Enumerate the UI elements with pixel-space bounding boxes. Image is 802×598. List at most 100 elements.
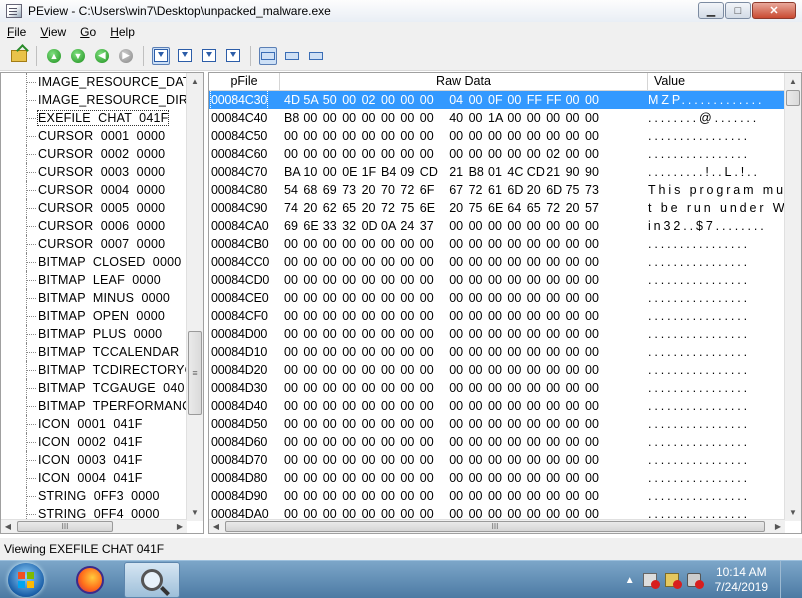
view-mode-1-button[interactable]: [259, 46, 277, 65]
hex-row[interactable]: 00084D50 00 00 00 00 00 00 00 00 00 00 00 00 00 00 00 00…: [209, 415, 785, 433]
tree-item[interactable]: BITMAP TPERFORMANCE: [1, 397, 187, 415]
tree-item[interactable]: CURSOR 0007 0000: [1, 235, 187, 253]
hex-row[interactable]: 00084D80 00 00 00 00 00 00 00 00 00 00 00 00 00 00 00 00…: [209, 469, 785, 487]
hex-row[interactable]: 00084D00 00 00 00 00 00 00 00 00 00 00 00 00 00 00 00 00…: [209, 325, 785, 343]
menu-help[interactable]: Help: [103, 25, 142, 39]
tree-item[interactable]: BITMAP TCGAUGE 040: [1, 379, 187, 397]
hex-row[interactable]: 00084D20 00 00 00 00 00 00 00 00 00 00 00 00 00 00 00 00…: [209, 361, 785, 379]
tree-scroll-thumb[interactable]: ≡: [188, 331, 202, 415]
tree-item[interactable]: CURSOR 0002 0000: [1, 145, 187, 163]
hex-row[interactable]: 00084C30 4D 5A 50 00 02 00 00 00 04 00 0F 00 FF FF 00 00…: [209, 91, 785, 110]
hex-byte: 00: [342, 255, 357, 269]
hex-row[interactable]: 00084D40 00 00 00 00 00 00 00 00 00 00 00 00 00 00 00 00…: [209, 397, 785, 415]
tree-horizontal-scrollbar[interactable]: ◀ III ▶: [1, 519, 187, 533]
view-mode-3-button[interactable]: [307, 47, 325, 65]
action-center-icon[interactable]: [642, 573, 660, 589]
hex-row[interactable]: 00084D70 00 00 00 00 00 00 00 00 00 00 00 00 00 00 00 00…: [209, 451, 785, 469]
scroll-right-arrow[interactable]: ▶: [173, 520, 187, 533]
view-mode-2-button[interactable]: [283, 47, 301, 65]
tree-vertical-scrollbar[interactable]: ▲ ≡ ▼: [186, 73, 203, 521]
start-button[interactable]: [8, 563, 44, 597]
hex-row[interactable]: 00084CD0 00 00 00 00 00 00 00 00 00 00 00 00 00 00 00 00…: [209, 271, 785, 289]
firefox-taskbar-button[interactable]: [62, 562, 118, 598]
pfile-column-header[interactable]: pFile: [209, 73, 280, 91]
clock[interactable]: 10:14 AM 7/24/2019: [715, 565, 768, 595]
hex-pane[interactable]: pFile Raw Data Value 00084C30 4D 5A 50 00 02 0…: [208, 72, 802, 534]
hex-vertical-scrollbar[interactable]: ▲ ▼: [784, 73, 801, 521]
scroll-up-arrow[interactable]: ▲: [785, 73, 801, 90]
maximize-button[interactable]: □: [725, 2, 751, 19]
tree-hscroll-thumb[interactable]: III: [17, 521, 113, 532]
menu-view[interactable]: View: [33, 25, 73, 39]
tree-item[interactable]: CURSOR 0003 0000: [1, 163, 187, 181]
hex-row[interactable]: 00084C40 B8 00 00 00 00 00 00 00 40 00 1A 00 00 00 00 00…: [209, 109, 785, 127]
tree-item[interactable]: BITMAP PLUS 0000: [1, 325, 187, 343]
scroll-left-arrow[interactable]: ◀: [1, 520, 15, 533]
tree-item[interactable]: IMAGE_RESOURCE_DIR: [1, 91, 187, 109]
hex-row[interactable]: 00084CA0 69 6E 33 32 0D 0A 24 37 00 00 00 00 00 00 00 00…: [209, 217, 785, 235]
hex-row[interactable]: 00084C80 54 68 69 73 20 70 72 6F 67 72 61 6D 20 6D 75 73…: [209, 181, 785, 199]
value-column-header[interactable]: Value: [648, 73, 785, 91]
tree-item[interactable]: ICON 0004 041F: [1, 469, 187, 487]
tree-pane[interactable]: IMAGE_RESOURCE_DATA IMAGE_RESOURCE_DIR EXE…: [0, 72, 204, 534]
scroll-right-arrow[interactable]: ▶: [771, 520, 785, 533]
hex-horizontal-scrollbar[interactable]: ◀ III ▶: [209, 519, 785, 533]
hex-row[interactable]: 00084C60 00 00 00 00 00 00 00 00 00 00 00 00 00 02 00 00…: [209, 145, 785, 163]
tree-item[interactable]: IMAGE_RESOURCE_DATA: [1, 73, 187, 91]
view-address-button[interactable]: [176, 47, 194, 65]
minimize-button[interactable]: ▁: [698, 2, 724, 19]
hex-row[interactable]: 00084D90 00 00 00 00 00 00 00 00 00 00 00 00 00 00 00 00…: [209, 487, 785, 505]
back-button[interactable]: ◀: [93, 47, 111, 65]
hex-scroll-thumb[interactable]: [786, 90, 800, 106]
hex-row[interactable]: 00084D10 00 00 00 00 00 00 00 00 00 00 00 00 00 00 00 00…: [209, 343, 785, 361]
hex-row[interactable]: 00084CC0 00 00 00 00 00 00 00 00 00 00 00 00 00 00 00 00…: [209, 253, 785, 271]
tree-item[interactable]: ICON 0003 041F: [1, 451, 187, 469]
tree-item[interactable]: STRING 0FF3 0000: [1, 487, 187, 505]
hex-hscroll-thumb[interactable]: III: [225, 521, 765, 532]
tree-item[interactable]: BITMAP LEAF 0000: [1, 271, 187, 289]
tree-item[interactable]: CURSOR 0006 0000: [1, 217, 187, 235]
speaker-icon[interactable]: [686, 573, 704, 589]
scroll-up-arrow[interactable]: ▲: [187, 73, 203, 90]
hex-row[interactable]: 00084CB0 00 00 00 00 00 00 00 00 00 00 00 00 00 00 00 00…: [209, 235, 785, 253]
resource-tree[interactable]: IMAGE_RESOURCE_DATA IMAGE_RESOURCE_DIR EXE…: [1, 73, 187, 521]
hex-row[interactable]: 00084CE0 00 00 00 00 00 00 00 00 00 00 00 00 00 00 00 00…: [209, 289, 785, 307]
scroll-left-arrow[interactable]: ◀: [209, 520, 223, 533]
hex-row[interactable]: 00084D60 00 00 00 00 00 00 00 00 00 00 00 00 00 00 00 00…: [209, 433, 785, 451]
export-button[interactable]: [224, 47, 242, 65]
show-hidden-icons-arrow[interactable]: ▲: [625, 575, 635, 586]
scroll-down-arrow[interactable]: ▼: [785, 504, 801, 521]
forward-button[interactable]: ▶: [117, 47, 135, 65]
hex-rows[interactable]: 00084C30 4D 5A 50 00 02 00 00 00 04 00 0F 00 FF FF 00 00…: [209, 91, 785, 521]
peview-taskbar-button[interactable]: [124, 562, 180, 598]
hex-row[interactable]: 00084D30 00 00 00 00 00 00 00 00 00 00 00 00 00 00 00 00…: [209, 379, 785, 397]
hex-row[interactable]: 00084C50 00 00 00 00 00 00 00 00 00 00 00 00 00 00 00 00…: [209, 127, 785, 145]
tree-item[interactable]: BITMAP OPEN 0000: [1, 307, 187, 325]
scroll-down-arrow[interactable]: ▼: [187, 504, 203, 521]
hex-byte: 00: [526, 273, 541, 287]
tree-item[interactable]: CURSOR 0001 0000: [1, 127, 187, 145]
hex-row[interactable]: 00084C70 BA 10 00 0E 1F B4 09 CD 21 B8 01 4C CD 21 90 90…: [209, 163, 785, 181]
menu-file[interactable]: File: [0, 25, 33, 39]
show-desktop-button[interactable]: [780, 561, 790, 598]
tree-item[interactable]: EXEFILE CHAT 041F: [1, 109, 187, 127]
tree-item[interactable]: BITMAP TCCALENDAR: [1, 343, 187, 361]
import-button[interactable]: [200, 47, 218, 65]
view-hex-button[interactable]: [152, 46, 170, 65]
network-icon[interactable]: [664, 573, 682, 589]
tree-item[interactable]: CURSOR 0005 0000: [1, 199, 187, 217]
tree-item[interactable]: CURSOR 0004 0000: [1, 181, 187, 199]
hex-row[interactable]: 00084CF0 00 00 00 00 00 00 00 00 00 00 00 00 00 00 00 00…: [209, 307, 785, 325]
open-button[interactable]: [10, 47, 28, 65]
hex-row[interactable]: 00084C90 74 20 62 65 20 72 75 6E 20 75 6E 64 65 72 20 57…: [209, 199, 785, 217]
menu-go[interactable]: Go: [73, 25, 103, 39]
tree-item[interactable]: BITMAP CLOSED 0000: [1, 253, 187, 271]
tree-item[interactable]: ICON 0002 041F: [1, 433, 187, 451]
raw-data-column-header[interactable]: Raw Data: [280, 73, 648, 91]
first-button[interactable]: ▲: [45, 47, 63, 65]
tree-item[interactable]: BITMAP MINUS 0000: [1, 289, 187, 307]
close-button[interactable]: ✕: [752, 2, 796, 19]
next-button[interactable]: ▼: [69, 47, 87, 65]
tree-item[interactable]: ICON 0001 041F: [1, 415, 187, 433]
tree-item[interactable]: BITMAP TCDIRECTORYC: [1, 361, 187, 379]
